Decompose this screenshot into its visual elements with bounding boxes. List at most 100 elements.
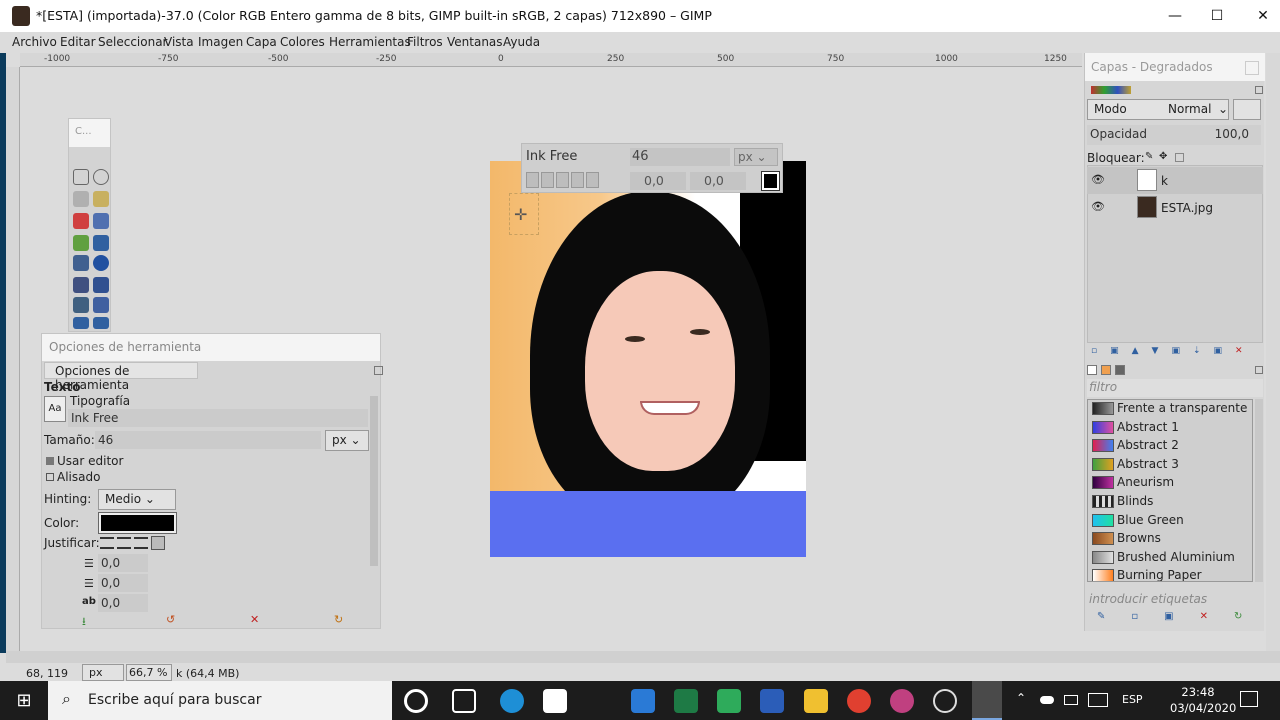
gradient-item[interactable]: Aneurism bbox=[1090, 474, 1252, 492]
chrome-icon[interactable] bbox=[847, 689, 871, 713]
word-icon[interactable] bbox=[760, 689, 784, 713]
refresh-gradients-icon[interactable]: ↻ bbox=[1234, 611, 1268, 622]
layer-mode-select[interactable]: Modo Normal ⌄ bbox=[1087, 99, 1229, 120]
taskbar-search[interactable]: ⌕ Escribe aquí para buscar bbox=[48, 681, 392, 720]
gradient-item[interactable]: Browns bbox=[1090, 530, 1252, 548]
paths-icon[interactable] bbox=[93, 235, 109, 251]
gradient-filter-input[interactable]: filtro bbox=[1087, 379, 1263, 397]
bold-icon[interactable] bbox=[541, 172, 554, 188]
close-button[interactable]: ✕ bbox=[1240, 0, 1280, 32]
lock-position-icon[interactable]: ✥ bbox=[1159, 151, 1167, 162]
dock-menu-icon[interactable] bbox=[374, 366, 383, 375]
zoom-icon[interactable] bbox=[93, 255, 109, 271]
menu-imagen[interactable]: Imagen bbox=[198, 35, 243, 49]
gimp-taskbar-icon[interactable] bbox=[972, 681, 1002, 720]
horizontal-ruler[interactable]: -1000 -750 -500 -250 0 250 500 750 1000 … bbox=[20, 53, 1082, 67]
delete-gradient-icon[interactable]: ✕ bbox=[1200, 611, 1234, 622]
indent-field[interactable]: 0,0 bbox=[98, 554, 148, 572]
fuzzy-select-icon[interactable] bbox=[93, 191, 109, 207]
clock[interactable]: 23:48 03/04/2020 bbox=[1170, 684, 1236, 716]
cloud-icon[interactable] bbox=[1040, 696, 1054, 704]
foreground-select-icon[interactable] bbox=[73, 235, 89, 251]
underline-icon[interactable] bbox=[571, 172, 584, 188]
menu-seleccionar[interactable]: Seleccionar bbox=[98, 35, 167, 49]
gradient-item[interactable]: Abstract 2 bbox=[1090, 437, 1252, 455]
line-spacing-field[interactable]: 0,0 bbox=[98, 574, 148, 592]
delete-layer-icon[interactable]: ✕ bbox=[1235, 346, 1256, 356]
letter-spacing-field[interactable]: 0,0 bbox=[98, 594, 148, 612]
publisher-icon[interactable] bbox=[717, 689, 741, 713]
opacity-slider[interactable]: Opacidad 100,0 bbox=[1087, 125, 1261, 145]
text-unit-select[interactable]: px ⌄ bbox=[734, 148, 778, 166]
tags-input[interactable]: introducir etiquetas bbox=[1087, 591, 1263, 609]
rect-select-icon[interactable] bbox=[73, 169, 89, 185]
task-view-icon[interactable] bbox=[452, 689, 476, 713]
hinting-select[interactable]: Medio ⌄ bbox=[98, 489, 176, 510]
move-icon[interactable] bbox=[93, 277, 109, 293]
menu-filtros[interactable]: Filtros bbox=[407, 35, 443, 49]
ellipse-select-icon[interactable] bbox=[93, 169, 109, 185]
lock-pixels-icon[interactable]: ✎ bbox=[1145, 151, 1153, 162]
paint-icon[interactable] bbox=[890, 689, 914, 713]
text-color-swatch[interactable] bbox=[761, 171, 780, 191]
gradient-item[interactable]: Blinds bbox=[1090, 493, 1252, 511]
kerning-field[interactable]: 0,0 bbox=[690, 172, 746, 190]
scrollbar[interactable] bbox=[1255, 399, 1263, 582]
dock-close-icon[interactable] bbox=[1245, 61, 1259, 75]
dock-menu-icon[interactable] bbox=[1255, 366, 1263, 374]
menu-editar[interactable]: Editar bbox=[60, 35, 96, 49]
layer-row[interactable]: 👁 k bbox=[1087, 167, 1263, 194]
store-icon[interactable] bbox=[543, 689, 567, 713]
gradient-item[interactable]: Abstract 3 bbox=[1090, 456, 1252, 474]
menu-ayuda[interactable]: Ayuda bbox=[503, 35, 540, 49]
cortana-icon[interactable] bbox=[404, 689, 428, 713]
reset-options-icon[interactable]: ↻ bbox=[334, 613, 343, 626]
size-unit-select[interactable]: px ⌄ bbox=[325, 430, 369, 451]
eye-icon[interactable]: 👁 bbox=[1091, 200, 1105, 213]
menu-ventanas[interactable]: Ventanas bbox=[447, 35, 503, 49]
font-preview-icon[interactable]: Aa bbox=[44, 396, 66, 422]
antialias-checkbox[interactable] bbox=[46, 473, 54, 481]
justify-center-icon[interactable] bbox=[134, 537, 148, 549]
minimize-button[interactable]: — bbox=[1152, 0, 1198, 32]
restore-options-icon[interactable]: ↺ bbox=[166, 613, 175, 626]
dock-tabs-icon[interactable] bbox=[1091, 86, 1131, 94]
obs-icon[interactable] bbox=[933, 689, 957, 713]
keyboard-icon[interactable] bbox=[1088, 693, 1108, 707]
scissors-icon[interactable] bbox=[93, 213, 109, 229]
color-select-icon[interactable] bbox=[73, 213, 89, 229]
vertical-ruler[interactable] bbox=[6, 67, 20, 651]
zoom-select[interactable]: 66,7 % bbox=[126, 664, 172, 681]
maximize-button[interactable]: ☐ bbox=[1194, 0, 1240, 32]
mail-icon[interactable] bbox=[631, 689, 655, 713]
window-scrollbar[interactable] bbox=[1266, 53, 1280, 651]
text-color-button[interactable] bbox=[98, 512, 177, 534]
use-editor-checkbox[interactable] bbox=[46, 457, 54, 465]
justify-left-icon[interactable] bbox=[100, 537, 114, 549]
clear-style-icon[interactable] bbox=[526, 172, 539, 188]
gradient-actions-toolbar[interactable]: ✎▫▣✕↻ bbox=[1097, 611, 1257, 625]
file-explorer-icon[interactable] bbox=[804, 689, 828, 713]
scrollbar[interactable] bbox=[370, 396, 378, 566]
font-field[interactable]: Ink Free bbox=[68, 409, 368, 427]
scale-icon[interactable] bbox=[93, 317, 109, 329]
size-field[interactable]: 46 bbox=[95, 431, 321, 449]
menu-colores[interactable]: Colores bbox=[280, 35, 325, 49]
windows-start-icon[interactable]: ⊞ bbox=[0, 681, 48, 720]
strikethrough-icon[interactable] bbox=[586, 172, 599, 188]
menu-capa[interactable]: Capa bbox=[246, 35, 277, 49]
layer-actions-toolbar[interactable]: ▫▣▲▼▣⇣▣✕ bbox=[1091, 346, 1261, 358]
gradient-item[interactable]: Burning Paper bbox=[1090, 567, 1252, 581]
lock-alpha-icon[interactable] bbox=[1175, 153, 1184, 162]
language-indicator[interactable]: ESP bbox=[1122, 693, 1143, 706]
composite-mode-select[interactable] bbox=[1233, 99, 1261, 120]
gradient-item[interactable]: Brushed Aluminium bbox=[1090, 549, 1252, 567]
gradient-item[interactable]: Blue Green bbox=[1090, 512, 1252, 530]
gradient-item[interactable]: Abstract 1 bbox=[1090, 419, 1252, 437]
menu-archivo[interactable]: Archivo bbox=[12, 35, 57, 49]
delete-options-icon[interactable]: ✕ bbox=[250, 613, 259, 626]
lasso-icon[interactable] bbox=[73, 191, 89, 207]
layer-row[interactable]: 👁 ESTA.jpg bbox=[1087, 194, 1263, 221]
status-unit-select[interactable]: px bbox=[82, 664, 124, 681]
justify-right-icon[interactable] bbox=[117, 537, 131, 549]
